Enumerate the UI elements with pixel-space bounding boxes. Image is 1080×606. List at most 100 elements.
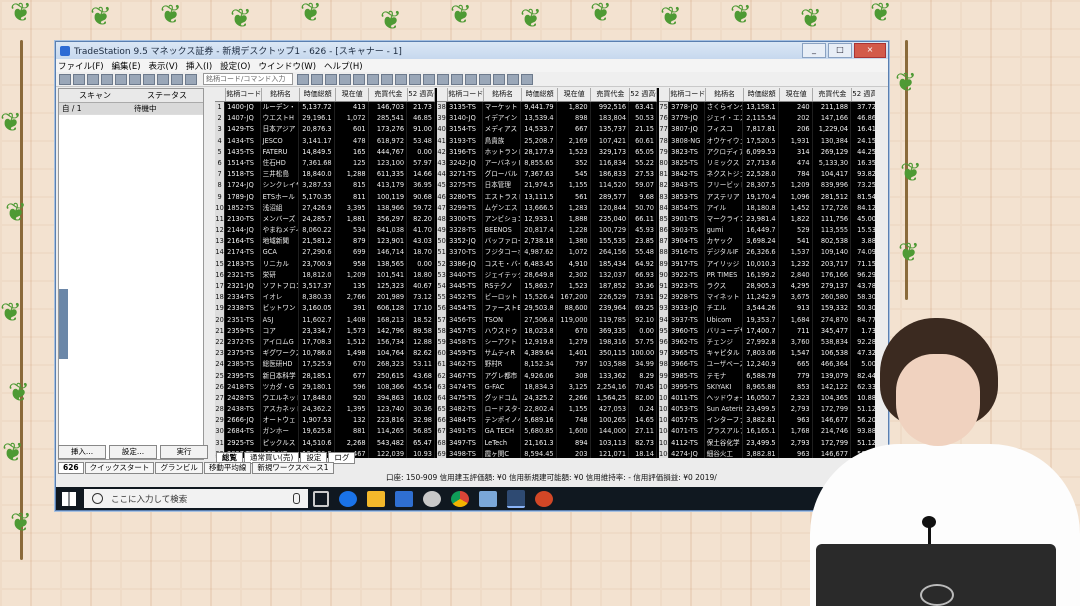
grid-row[interactable]: 86 3903-TS gumi 16,449.7 529 113,555 15.53	[659, 225, 875, 237]
grid-row[interactable]: 40 3154-TS メディアス 14,533.7 667 135,737 21.15	[437, 124, 657, 136]
grid-row[interactable]: 58 3457-TS ハウスドゥ 18,023.8 670 369,335 0.00	[437, 325, 657, 337]
grid-row[interactable]: 783808-NGオウケイウェイヴ17,520.51,931130,38424.…	[659, 135, 875, 147]
grid-row[interactable]: 7 1518-TS 三井松島 18,840.0 1,288 611,335 14.66	[215, 169, 435, 181]
grid-column-header[interactable]: 時価総額	[744, 88, 780, 101]
scan-icon[interactable]	[479, 73, 491, 85]
grid-column-header[interactable]: 売買代金	[591, 88, 631, 101]
grid-row[interactable]: 93 3933-JQ チエル 3,544.26 913 159,332 50.30	[659, 303, 875, 315]
grid-row[interactable]: 88 3916-TS デジタルIF 26,326.6 1,537 109,140 74.09	[659, 247, 875, 259]
menu-view[interactable]: 表示(V)	[149, 60, 178, 72]
grid-row[interactable]: 45 3275-TS 日本管理 21,974.5 1,155 114,520 59.07	[437, 180, 657, 192]
bell-icon[interactable]	[437, 73, 449, 85]
grid-row[interactable]: 2 1407-JQ ウエストH 29,196.1 1,072 285,541 46.85	[215, 113, 435, 125]
grid-row[interactable]: 9 1789-JQ ETSホール 5,170.35 811 100,119 90.68	[215, 191, 435, 203]
grid-row[interactable]: 41 3193-TS 鳥貴族 25,208.7 2,169 107,421 60.61	[437, 135, 657, 147]
grid-row[interactable]: 51 3370-TS フジタコーポ 4,987.62 1,072 264,156 55.48	[437, 247, 657, 259]
menu-help[interactable]: ヘルプ(H)	[324, 60, 363, 72]
grid-row[interactable]: 49 3328-TS BEENOS 20,817.4 1,228 100,729 45.93	[437, 225, 657, 237]
print-icon[interactable]	[101, 73, 113, 85]
bar-chart-icon[interactable]	[409, 73, 421, 85]
grid-row[interactable]: 68 3497-TS LeTech 21,161.3 894 103,113 82.73	[437, 437, 657, 449]
tab-granville[interactable]: グランビル	[155, 462, 203, 474]
grid-column-header[interactable]: 52 週高値	[852, 88, 875, 101]
scan-row[interactable]: 自 / 1 待機中	[59, 103, 203, 115]
pencil-icon[interactable]	[395, 73, 407, 85]
grid-row[interactable]: 53 3440-TS ジェイテック 28,649.8 2,302 132,037 66.93	[437, 269, 657, 281]
settings-button[interactable]: 設定...	[109, 445, 157, 459]
grid-row[interactable]: 87 3904-TS カヤック 3,698.24 541 802,538 3.88	[659, 236, 875, 248]
grid-row[interactable]: 80 3825-TS リミックス 27,713.6 474 5,133,30 16.35	[659, 157, 875, 170]
tradestation-taskbar-icon[interactable]	[507, 489, 525, 508]
grid-row[interactable]: 56 3454-TS ファーストB 29,503.8 88,600 239,964 69.2…	[437, 303, 657, 315]
chrome-icon[interactable]	[451, 490, 469, 507]
table-icon[interactable]	[339, 73, 351, 85]
grid-row[interactable]: 69 3498-TS 霞ヶ関C 8,594.45 203 121,071 18.14	[437, 448, 657, 458]
grid-row[interactable]: 54 3445-TS RSテクノ 15,863.7 1,523 187,852 35.36	[437, 281, 657, 293]
grid-row[interactable]: 66 3484-TS テンポイノベ 5,689.16 748 100,265 14.65	[437, 415, 657, 427]
grid-row[interactable]: 92 3928-TS マイネット 11,242.9 3,675 260,580 58.30	[659, 292, 875, 304]
grid-row[interactable]: 25 2395-TS 新日本科学 28,185.1 677 250,615 43.68	[215, 370, 435, 382]
taskbar-search[interactable]: ここに入力して検索	[84, 489, 308, 508]
grid-column-header[interactable]: 銘柄名	[706, 88, 745, 101]
grid-row[interactable]: 61 3462-TS 野村R 8,152.34 797 103,588 34.99	[437, 359, 657, 371]
grid-row[interactable]: 30 2684-TS ガンホー 19,625.8 881 114,265 56.85	[215, 426, 435, 438]
close-button[interactable]: ×	[854, 43, 886, 58]
grid-row[interactable]: 84 3854-TS アイル 18,180.8 1,452 172,726 84.12	[659, 202, 875, 214]
grid-row[interactable]: 1 1400-JQ ルーデン・ 5,137.72 413 146,703 21.73	[215, 102, 435, 114]
store-icon[interactable]	[395, 490, 413, 507]
grid-row[interactable]: 8 1724-JQ シンクレイヤ 3,287.53 815 413,179 36.95	[215, 180, 435, 192]
grid-column-header[interactable]: 現在値	[336, 88, 370, 101]
grid-row[interactable]: 763779-JQジェイ・エスコム2,115.54202147,16646.86	[659, 113, 875, 125]
grid-row[interactable]: 82 3843-TS フリービット 28,307.5 1,209 839,996 73.25	[659, 180, 875, 192]
grid-column-header[interactable]: 銘柄名	[262, 88, 301, 101]
undo-icon[interactable]	[157, 73, 169, 85]
grid-row[interactable]: 79 3823-TS アクロディア 6,099.53 314 269,129 44.25	[659, 146, 875, 158]
grid-column-header[interactable]: 売買代金	[813, 88, 853, 101]
grid-row[interactable]: 23 2375-TS ギグワークス 10,786.0 1,498 104,764 82.62	[215, 348, 435, 360]
minimize-button[interactable]: _	[802, 43, 826, 58]
grid-row[interactable]: 13 2164-TS 地域新聞 21,581.2 879 123,901 43.03	[215, 236, 435, 248]
grid-row[interactable]: 21 2359-TS コア 23,334.7 1,573 142,796 89.58	[215, 325, 435, 337]
chart-icon[interactable]	[325, 73, 337, 85]
grid-row[interactable]: 47 3299-TS ムゲンエス 13,666.5 1,283 120,844 50.70	[437, 202, 657, 214]
grid-row[interactable]: 83 3853-TS アステリア 19,170.4 1,096 281,512 81.54	[659, 191, 875, 203]
grid-row[interactable]: 6 1514-TS 住石HD 7,361.68 125 123,100 57.97	[215, 157, 435, 170]
menu-settings[interactable]: 設定(O)	[220, 60, 250, 72]
grid-row[interactable]: 42 3196-TS ホットランド 28,177.9 1,523 329,173 65.05	[437, 146, 657, 158]
grid-row[interactable]: 4 1434-TS JESCO 3,141.17 478 618,972 53.48	[215, 135, 435, 147]
grid-row[interactable]: 60 3459-TS サムティR 4,389.64 1,401 350,115 100.00	[437, 348, 657, 360]
grid-row[interactable]: 91 3923-TS ラクス 28,905.3 4,295 279,137 43.78	[659, 281, 875, 293]
run-button[interactable]: 実行	[160, 445, 208, 459]
microphone-icon[interactable]	[293, 493, 300, 504]
grid-row[interactable]: 16 2321-TS 栄研 18,812.0 1,209 101,541 18.80	[215, 269, 435, 281]
side-collapse-tab[interactable]	[59, 289, 68, 359]
grid-row[interactable]: 48 3300-TS アンビション 12,933.1 1,888 235,040 66.11	[437, 213, 657, 226]
grid-column-header[interactable]: 52 週高値	[408, 88, 436, 101]
tab-quickstart[interactable]: クイックスタート	[84, 462, 155, 474]
grid-row[interactable]: 11 2130-TS メンバーズ 24,285.7 1,881 356,297 82.20	[215, 213, 435, 226]
redo-icon[interactable]	[171, 73, 183, 85]
go-icon[interactable]	[297, 73, 309, 85]
scan-column-header[interactable]: スキャン	[59, 89, 131, 102]
grid-row[interactable]: 14 2174-TS GCA 27,290.6 699 146,714 18.70	[215, 247, 435, 259]
grid-row[interactable]: 3 1429-TS 日本アジア 20,876.3 601 173,276 91.00	[215, 124, 435, 136]
list-icon[interactable]	[353, 73, 365, 85]
grid-row[interactable]: 31 2925-TS ピックルス 14,510.6 2,268 543,482 65.47	[215, 437, 435, 449]
grid-row[interactable]: 22 2372-TS アイロムG 17,708.3 1,512 156,734 12.88	[215, 336, 435, 349]
grid-row[interactable]: 10 1852-TS 浅沼組 27,426.9 3,395 138,966 59.72	[215, 202, 435, 214]
grid-row[interactable]: 523386-JQコスモ・バイオ6,483.454,910185,43464.9…	[437, 258, 657, 270]
radar-icon[interactable]	[493, 73, 505, 85]
grid-row[interactable]: 90 3922-TS PR TIMES 16,199.2 2,840 176,166 96.…	[659, 269, 875, 281]
copy-icon[interactable]	[129, 73, 141, 85]
menu-edit[interactable]: 編集(E)	[112, 60, 141, 72]
grid-row[interactable]: 50 3352-JQ バッファロー 2,738.18 1,380 155,535 23.85	[437, 236, 657, 248]
status-column-header[interactable]: ステータス	[131, 89, 203, 102]
grid-row[interactable]: 24 2385-TS 総医研HD 17,525.9 670 268,323 53.11	[215, 359, 435, 371]
grid-row[interactable]: 39 3140-JQ イデアイン 13,539.4 898 183,804 50.53	[437, 113, 657, 125]
grid-row[interactable]: 46 3280-TS エストラスト 13,111.5 561 289,577 9.68	[437, 191, 657, 203]
paste-icon[interactable]	[143, 73, 155, 85]
grid-row[interactable]: 59 3458-TS シーアクト 12,919.8 1,279 198,316 57.75	[437, 336, 657, 349]
grid-column-header[interactable]: 52 週高値	[630, 88, 658, 101]
grid-icon[interactable]	[311, 73, 323, 85]
grid-row[interactable]: 5 1435-TS FATERU 14,849.5 165 444,767 0.00	[215, 146, 435, 158]
